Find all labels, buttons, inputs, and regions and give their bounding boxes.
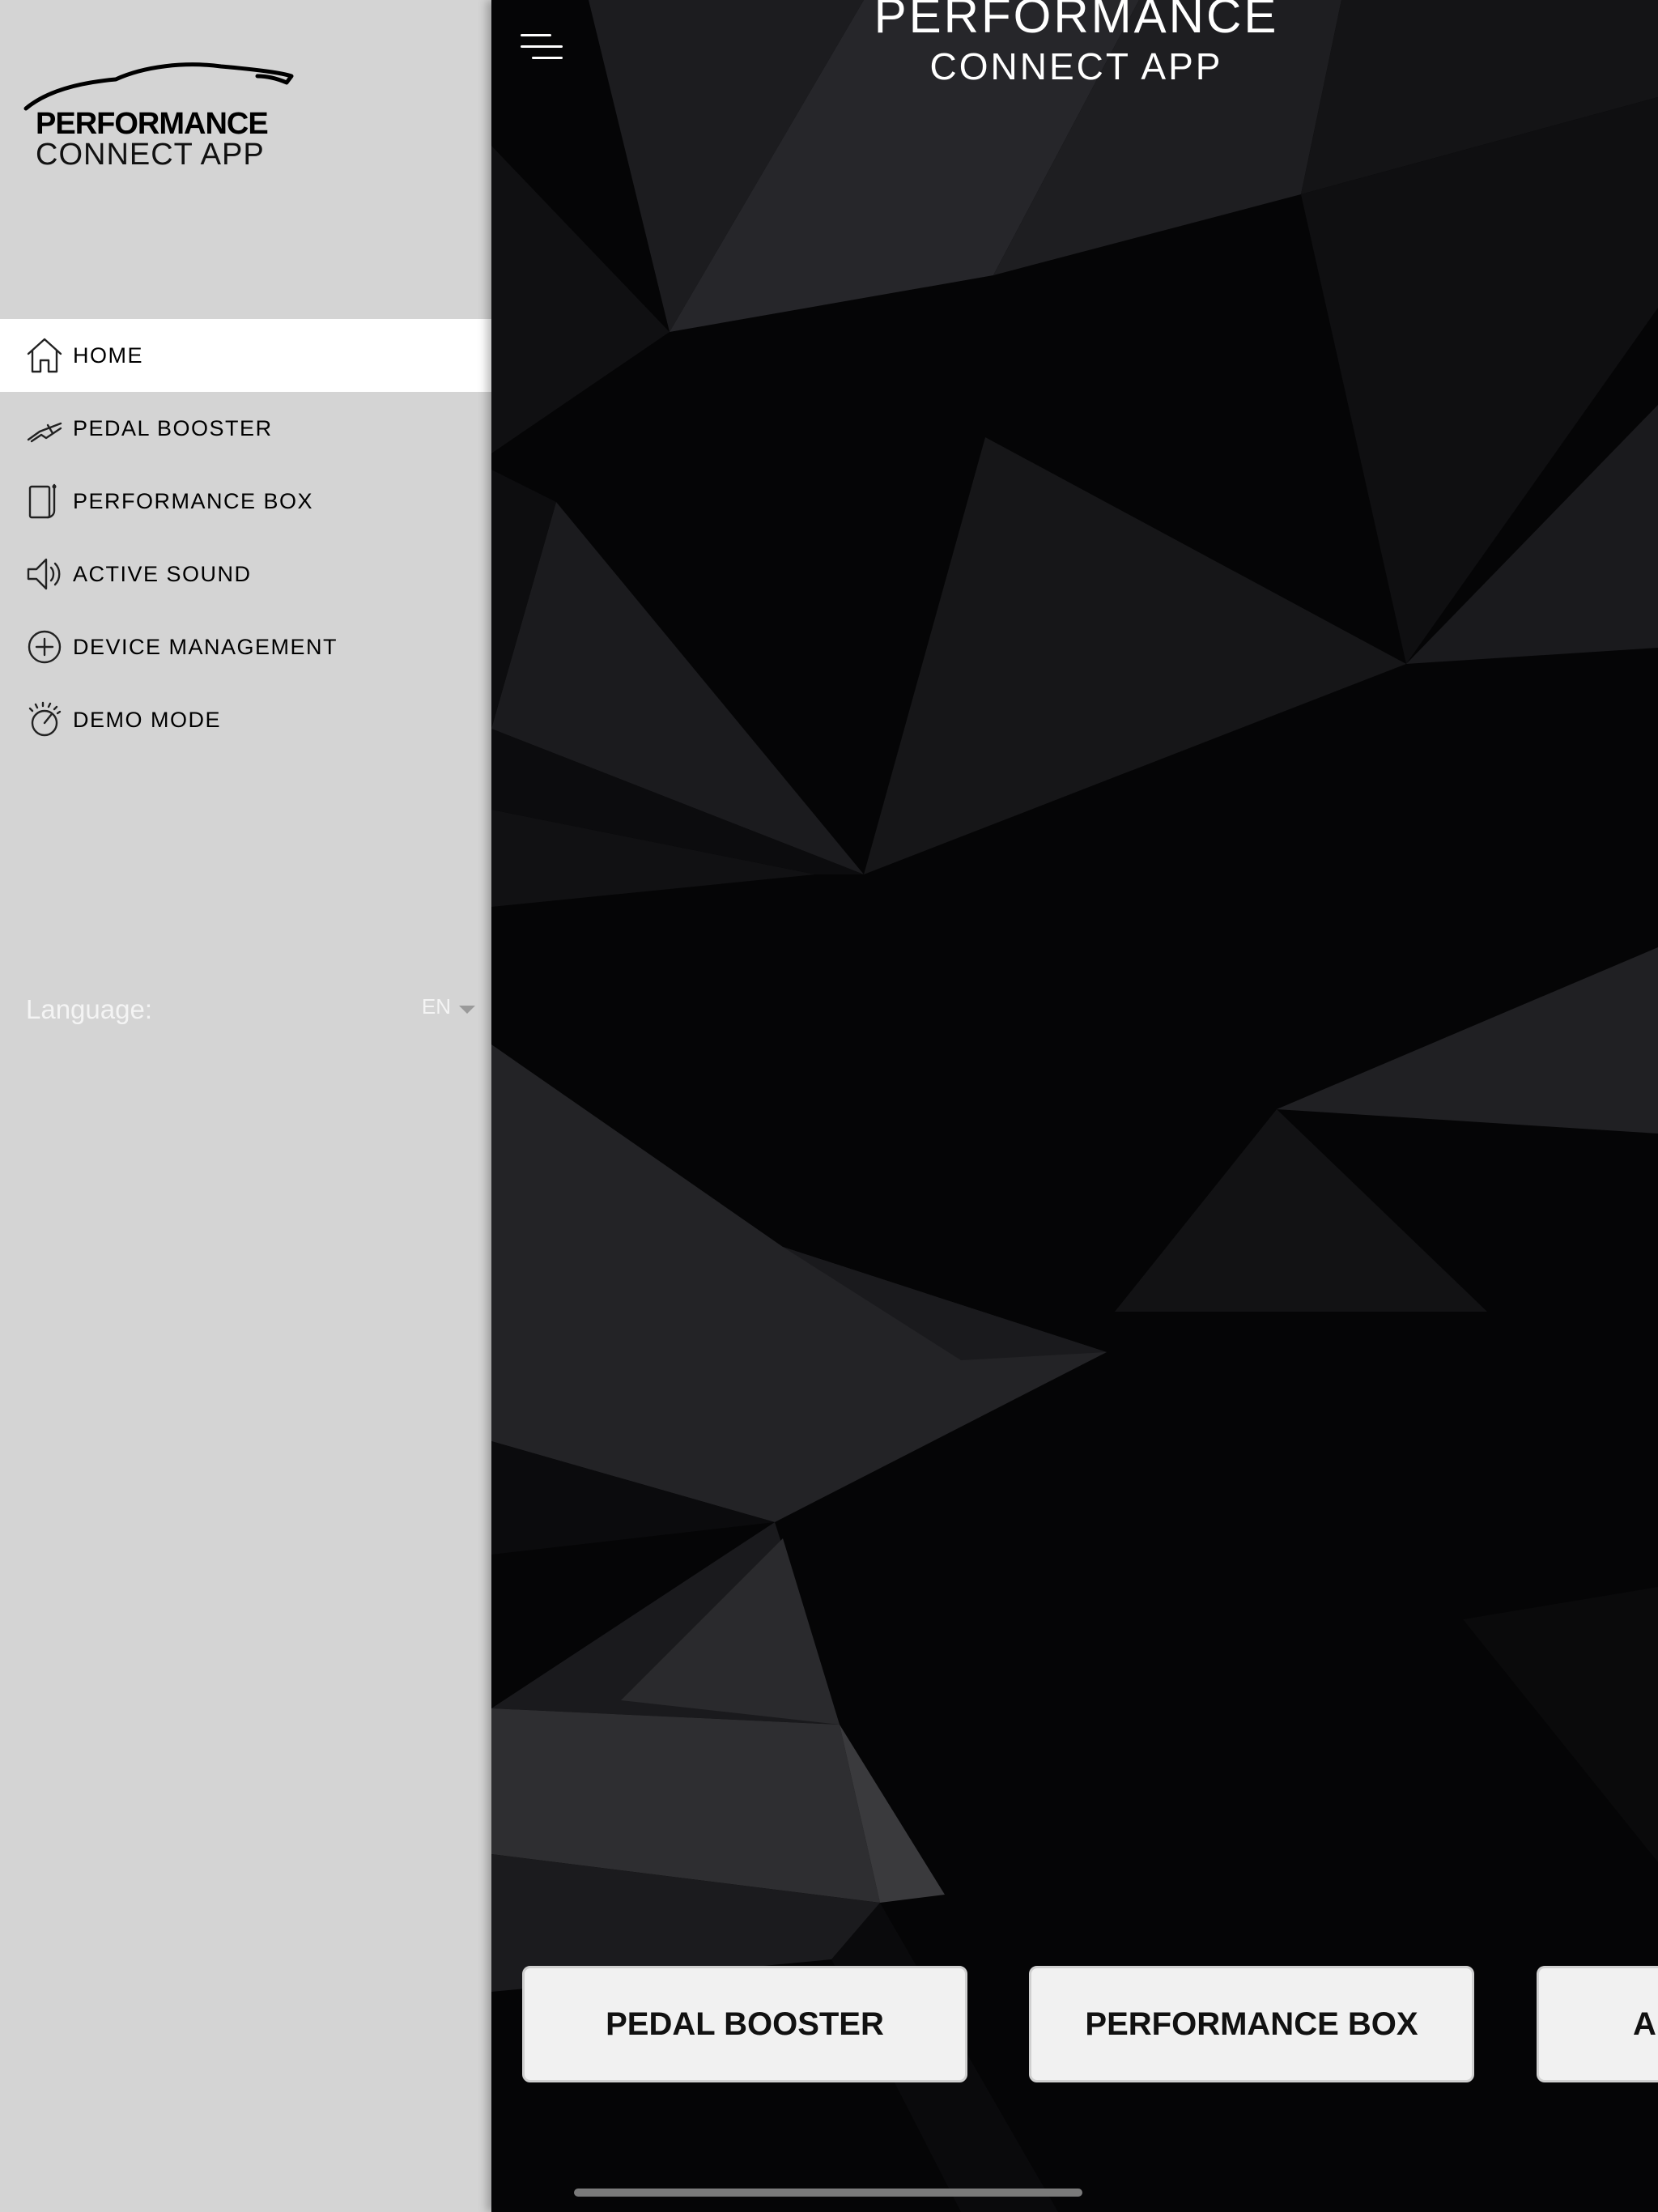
active-sound-button[interactable]: A — [1537, 1966, 1658, 2082]
logo-text-performance: PERFORMANCE — [36, 107, 269, 141]
sidebar-item-label: ACTIVE SOUND — [73, 561, 252, 586]
sidebar-item-label: DEMO MODE — [73, 707, 222, 732]
polygon-background — [491, 0, 1658, 2212]
plus-circle-icon — [24, 627, 65, 667]
app-logo: PERFORMANCE CONNECT APP — [23, 58, 298, 180]
sidebar: PERFORMANCE CONNECT APP HOME PEDAL BOOST… — [0, 0, 491, 2212]
performance-box-icon — [24, 481, 65, 521]
performance-box-button[interactable]: PERFORMANCE BOX — [1029, 1966, 1474, 2082]
page-title-line2: CONNECT APP — [929, 45, 1223, 87]
caret-down-icon — [459, 1005, 475, 1014]
sidebar-item-label: PEDAL BOOSTER — [73, 415, 273, 440]
pedal-icon — [24, 408, 65, 449]
main-content: PERFORMANCE CONNECT APP PEDAL BOOSTER PE… — [491, 0, 1658, 2212]
sidebar-item-pedal-booster[interactable]: PEDAL BOOSTER — [0, 392, 491, 465]
sidebar-item-label: PERFORMANCE BOX — [73, 488, 314, 513]
sidebar-item-label: HOME — [73, 342, 143, 368]
sidebar-item-active-sound[interactable]: ACTIVE SOUND — [0, 538, 491, 610]
speedometer-icon — [24, 700, 65, 740]
sidebar-item-home[interactable]: HOME — [0, 319, 491, 392]
sidebar-item-performance-box[interactable]: PERFORMANCE BOX — [0, 465, 491, 538]
page-title: PERFORMANCE CONNECT APP — [491, 0, 1658, 89]
language-label: Language: — [26, 994, 152, 1024]
language-value: EN — [421, 994, 451, 1019]
home-icon — [24, 335, 65, 376]
pedal-booster-button[interactable]: PEDAL BOOSTER — [522, 1966, 967, 2082]
sidebar-item-device-management[interactable]: DEVICE MANAGEMENT — [0, 610, 491, 683]
language-setting: Language: EN — [26, 989, 475, 1030]
logo-text-connect-app: CONNECT APP — [36, 138, 265, 172]
sidebar-item-label: DEVICE MANAGEMENT — [73, 634, 338, 659]
app-window: PERFORMANCE CONNECT APP HOME PEDAL BOOST… — [0, 0, 1658, 2212]
home-indicator[interactable] — [574, 2189, 1082, 2197]
language-select[interactable]: EN — [422, 994, 475, 1019]
sidebar-nav: HOME PEDAL BOOSTER PERFORMANCE BOX ACTIV… — [0, 319, 491, 756]
page-title-line1: PERFORMANCE — [874, 0, 1279, 43]
sidebar-item-demo-mode[interactable]: DEMO MODE — [0, 683, 491, 756]
speaker-icon — [24, 554, 65, 594]
